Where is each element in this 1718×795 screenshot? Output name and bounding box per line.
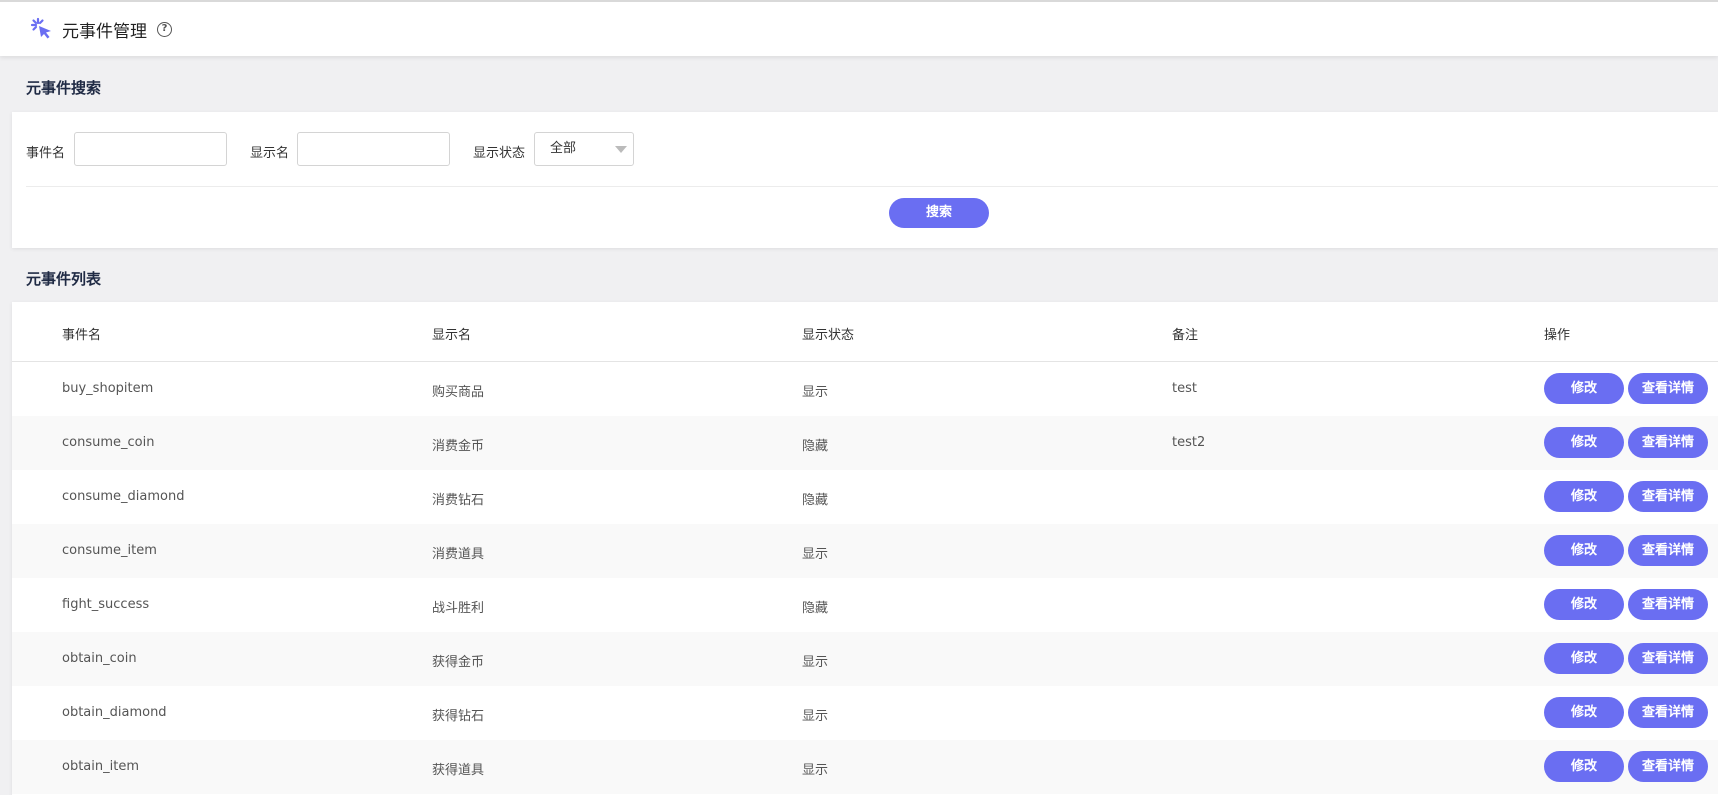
search-section-title: 元事件搜索 [26, 79, 102, 97]
status-label: 显示状态 [473, 146, 526, 161]
event-name-label: 事件名 [26, 146, 66, 161]
view-detail-button[interactable]: 查看详情 [1628, 427, 1708, 458]
status-select[interactable]: 全部 [534, 132, 634, 166]
column-header-note: 备注 [1172, 328, 1199, 343]
cell-display-name: 消费道具 [432, 547, 485, 562]
column-header-actions: 操作 [1544, 328, 1571, 343]
cell-status: 隐藏 [802, 601, 829, 616]
table-row: buy_shopitem 购买商品 显示 test 修改 查看详情 [12, 362, 1718, 416]
column-header-event-name: 事件名 [62, 328, 102, 343]
display-name-label: 显示名 [250, 146, 290, 161]
view-detail-button[interactable]: 查看详情 [1628, 535, 1708, 566]
edit-button[interactable]: 修改 [1544, 589, 1624, 620]
cell-event-name: obtain_coin [62, 651, 137, 666]
view-detail-button[interactable]: 查看详情 [1628, 751, 1708, 782]
table-row: fight_success 战斗胜利 隐藏 修改 查看详情 [12, 578, 1718, 632]
search-panel: 事件名 显示名 显示状态 全部 搜索 [12, 112, 1718, 248]
search-button[interactable]: 搜索 [889, 198, 989, 228]
cell-event-name: obtain_item [62, 759, 139, 774]
table-row: consume_coin 消费金币 隐藏 test2 修改 查看详情 [12, 416, 1718, 470]
cell-status: 显示 [802, 709, 829, 724]
view-detail-button[interactable]: 查看详情 [1628, 481, 1708, 512]
cell-event-name: consume_coin [62, 435, 155, 450]
cell-note: test [1172, 381, 1197, 396]
caret-down-icon [615, 146, 627, 153]
table-row: obtain_item 获得道具 显示 修改 查看详情 [12, 740, 1718, 794]
cell-display-name: 获得金币 [432, 655, 485, 670]
column-header-status: 显示状态 [802, 328, 855, 343]
table-row: obtain_coin 获得金币 显示 修改 查看详情 [12, 632, 1718, 686]
cell-display-name: 战斗胜利 [432, 601, 485, 616]
cell-event-name: fight_success [62, 597, 150, 612]
table-header: 事件名 显示名 显示状态 备注 操作 [12, 302, 1718, 362]
edit-button[interactable]: 修改 [1544, 427, 1624, 458]
panel-divider [26, 186, 1718, 187]
view-detail-button[interactable]: 查看详情 [1628, 697, 1708, 728]
top-bar: 元事件管理 ? [0, 0, 1718, 56]
event-name-input[interactable] [74, 132, 227, 166]
cell-display-name: 消费钻石 [432, 493, 485, 508]
display-name-input[interactable] [297, 132, 450, 166]
page-title: 元事件管理 [62, 21, 147, 42]
cell-display-name: 获得道具 [432, 763, 485, 778]
sparkle-cursor-icon [30, 17, 54, 41]
cell-event-name: consume_diamond [62, 489, 185, 504]
status-selected-value: 全部 [550, 141, 577, 156]
table-row: consume_item 消费道具 显示 修改 查看详情 [12, 524, 1718, 578]
cell-event-name: obtain_diamond [62, 705, 167, 720]
cell-status: 隐藏 [802, 439, 829, 454]
edit-button[interactable]: 修改 [1544, 481, 1624, 512]
edit-button[interactable]: 修改 [1544, 373, 1624, 404]
edit-button[interactable]: 修改 [1544, 535, 1624, 566]
question-circle-icon[interactable]: ? [157, 21, 172, 37]
view-detail-button[interactable]: 查看详情 [1628, 643, 1708, 674]
column-header-display-name: 显示名 [432, 328, 472, 343]
edit-button[interactable]: 修改 [1544, 751, 1624, 782]
cell-status: 显示 [802, 763, 829, 778]
cell-event-name: buy_shopitem [62, 381, 154, 396]
table-row: consume_diamond 消费钻石 隐藏 修改 查看详情 [12, 470, 1718, 524]
table-row: obtain_diamond 获得钻石 显示 修改 查看详情 [12, 686, 1718, 740]
cell-event-name: consume_item [62, 543, 157, 558]
view-detail-button[interactable]: 查看详情 [1628, 373, 1708, 404]
cell-display-name: 获得钻石 [432, 709, 485, 724]
view-detail-button[interactable]: 查看详情 [1628, 589, 1708, 620]
cell-display-name: 购买商品 [432, 385, 485, 400]
cell-status: 显示 [802, 547, 829, 562]
edit-button[interactable]: 修改 [1544, 697, 1624, 728]
cell-status: 隐藏 [802, 493, 829, 508]
list-section-title: 元事件列表 [26, 270, 102, 288]
cell-note: test2 [1172, 435, 1206, 450]
edit-button[interactable]: 修改 [1544, 643, 1624, 674]
event-table: 事件名 显示名 显示状态 备注 操作 buy_shopitem 购买商品 显示 … [12, 302, 1718, 795]
cell-status: 显示 [802, 655, 829, 670]
cell-display-name: 消费金币 [432, 439, 485, 454]
cell-status: 显示 [802, 385, 829, 400]
